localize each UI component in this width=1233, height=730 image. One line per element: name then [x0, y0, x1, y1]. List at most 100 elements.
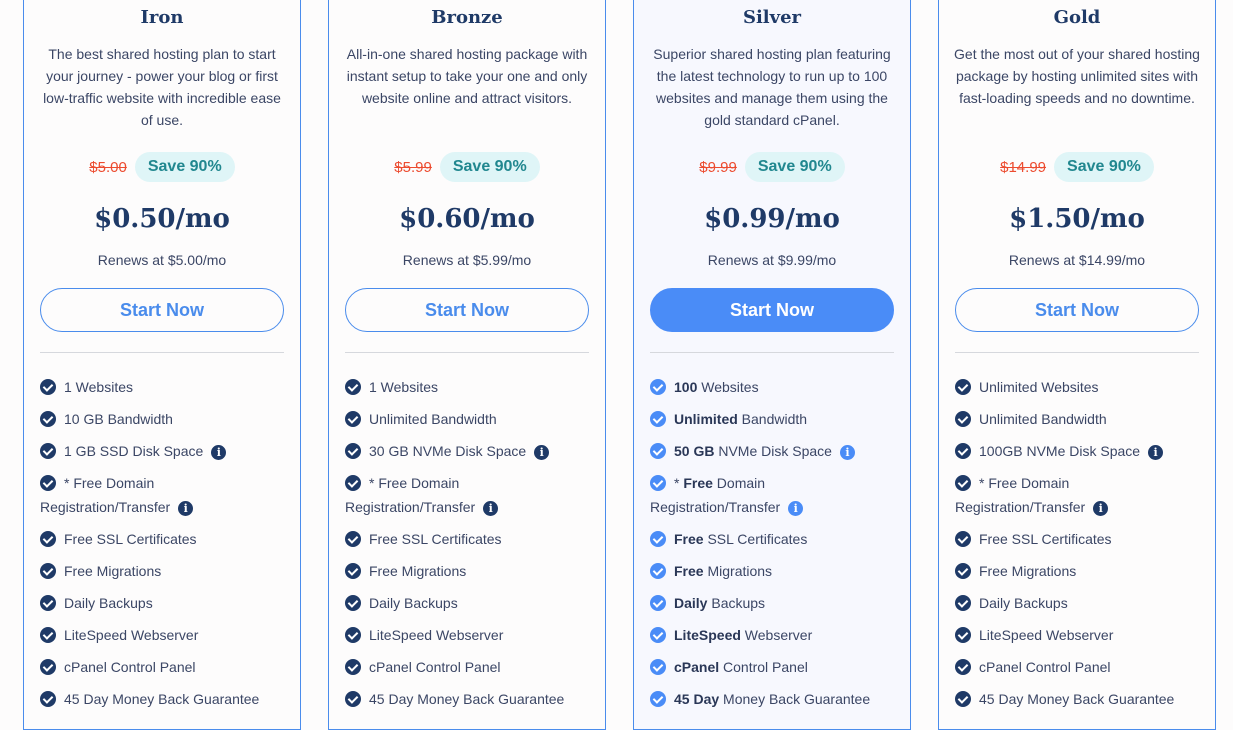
check-circle-icon: [650, 531, 666, 547]
check-circle-icon: [650, 659, 666, 675]
price-row: $9.99 Save 90%: [634, 152, 910, 182]
start-now-button[interactable]: Start Now: [40, 288, 284, 332]
feature-label: Webserver: [740, 627, 813, 643]
feature-prefix: *: [64, 475, 74, 491]
feature-label: LiteSpeed Webserver: [369, 627, 504, 643]
check-circle-icon: [40, 443, 56, 459]
plan-card-bronze: Bronze All-in-one shared hosting package…: [328, 0, 606, 730]
feature-item: LiteSpeed Webserver: [345, 623, 597, 647]
feature-label: cPanel Control Panel: [979, 659, 1111, 675]
feature-text: 45 Day Money Back Guarantee: [979, 691, 1174, 707]
feature-item: LiteSpeed Webserver: [650, 623, 902, 647]
feature-label: Free SSL Certificates: [369, 531, 502, 547]
info-icon[interactable]: i: [178, 501, 194, 516]
feature-label: 45 Day Money Back Guarantee: [64, 691, 260, 707]
feature-item: 45 Day Money Back Guarantee: [650, 687, 902, 711]
feature-label: 10 GB Bandwidth: [64, 411, 173, 427]
feature-label: Free Migrations: [369, 563, 467, 579]
check-circle-icon: [955, 475, 971, 491]
feature-label: Money Back Guarantee: [719, 691, 871, 707]
feature-item: cPanel Control Panel: [650, 655, 902, 679]
feature-item: Unlimited Websites: [955, 375, 1207, 399]
save-badge: Save 90%: [134, 152, 235, 182]
divider: [345, 352, 589, 353]
check-circle-icon: [40, 627, 56, 643]
feature-text: * Free Domain Registration/Transfer: [40, 475, 170, 515]
feature-label: Backups: [707, 595, 766, 611]
plan-name: Gold: [1053, 7, 1101, 28]
feature-text: * Free Domain Registration/Transfer: [650, 475, 780, 515]
save-badge: Save 90%: [744, 152, 845, 182]
check-circle-icon: [345, 627, 361, 643]
feature-label: Migrations: [703, 563, 773, 579]
info-icon[interactable]: i: [211, 445, 227, 460]
feature-text: Unlimited Bandwidth: [674, 411, 807, 427]
feature-label: Free Migrations: [64, 563, 162, 579]
feature-list: Unlimited Websites Unlimited Bandwidth 100…: [955, 375, 1207, 719]
feature-text: * Free Domain Registration/Transfer: [955, 475, 1085, 515]
feature-item: Daily Backups: [345, 591, 597, 615]
check-circle-icon: [40, 531, 56, 547]
feature-label: 1 Websites: [369, 379, 438, 395]
info-icon[interactable]: i: [1148, 445, 1164, 460]
plan-name: Iron: [140, 7, 184, 28]
feature-label: 1 Websites: [64, 379, 133, 395]
check-circle-icon: [955, 443, 971, 459]
feature-label: Websites: [697, 379, 759, 395]
info-icon[interactable]: i: [788, 501, 804, 516]
info-icon[interactable]: i: [1093, 501, 1109, 516]
feature-item: Unlimited Bandwidth: [650, 407, 902, 431]
start-now-button[interactable]: Start Now: [955, 288, 1199, 332]
feature-text: Daily Backups: [979, 595, 1068, 611]
feature-text: Daily Backups: [674, 595, 765, 611]
feature-text: Unlimited Websites: [979, 379, 1099, 395]
plan-card-iron: Iron The best shared hosting plan to sta…: [23, 0, 301, 730]
feature-label: Free Migrations: [979, 563, 1077, 579]
feature-label: cPanel Control Panel: [64, 659, 196, 675]
feature-item: Daily Backups: [955, 591, 1207, 615]
feature-item: 1 Websites: [345, 375, 597, 399]
feature-text: Free SSL Certificates: [979, 531, 1112, 547]
check-circle-icon: [40, 595, 56, 611]
renewal-price: Renews at $9.99/mo: [707, 252, 837, 268]
feature-highlight: 45 Day: [674, 691, 720, 707]
feature-item: 45 Day Money Back Guarantee: [40, 687, 292, 711]
check-circle-icon: [650, 411, 666, 427]
feature-text: 1 GB SSD Disk Space: [64, 443, 203, 459]
feature-text: 100 Websites: [674, 379, 759, 395]
feature-label: Unlimited Websites: [979, 379, 1099, 395]
feature-text: 45 Day Money Back Guarantee: [369, 691, 564, 707]
check-circle-icon: [650, 475, 666, 491]
price-row: $14.99 Save 90%: [939, 152, 1215, 182]
check-circle-icon: [40, 659, 56, 675]
feature-text: 50 GB NVMe Disk Space: [674, 443, 832, 459]
feature-text: 100GB NVMe Disk Space: [979, 443, 1140, 459]
feature-prefix: *: [979, 475, 989, 491]
info-icon[interactable]: i: [483, 501, 499, 516]
feature-label: 45 Day Money Back Guarantee: [369, 691, 565, 707]
feature-label: Daily Backups: [64, 595, 153, 611]
info-icon[interactable]: i: [839, 445, 855, 460]
plan-price: $0.50/mo: [94, 204, 230, 234]
check-circle-icon: [955, 379, 971, 395]
feature-prefix: *: [674, 475, 684, 491]
feature-item: cPanel Control Panel: [955, 655, 1207, 679]
feature-highlight: Daily: [674, 595, 708, 611]
plan-description: The best shared hosting plan to start yo…: [43, 46, 281, 128]
feature-highlight: Unlimited: [674, 411, 738, 427]
feature-label: Daily Backups: [979, 595, 1068, 611]
check-circle-icon: [955, 563, 971, 579]
renewal-price: Renews at $5.00/mo: [97, 252, 227, 268]
feature-label: Free Domain Registration/Transfer: [345, 475, 476, 515]
start-now-button[interactable]: Start Now: [650, 288, 894, 332]
feature-label: 30 GB NVMe Disk Space: [369, 443, 527, 459]
info-icon[interactable]: i: [534, 445, 550, 460]
feature-label: LiteSpeed Webserver: [979, 627, 1114, 643]
feature-label: SSL Certificates: [703, 531, 808, 547]
plan-card-silver: Silver Superior shared hosting plan feat…: [633, 0, 911, 730]
feature-item: * Free Domain Registration/Transfer i: [345, 471, 597, 519]
plan-price: $1.50/mo: [1009, 204, 1145, 234]
start-now-button[interactable]: Start Now: [345, 288, 589, 332]
price-row: $5.00 Save 90%: [24, 152, 300, 182]
feature-item: Free Migrations: [955, 559, 1207, 583]
